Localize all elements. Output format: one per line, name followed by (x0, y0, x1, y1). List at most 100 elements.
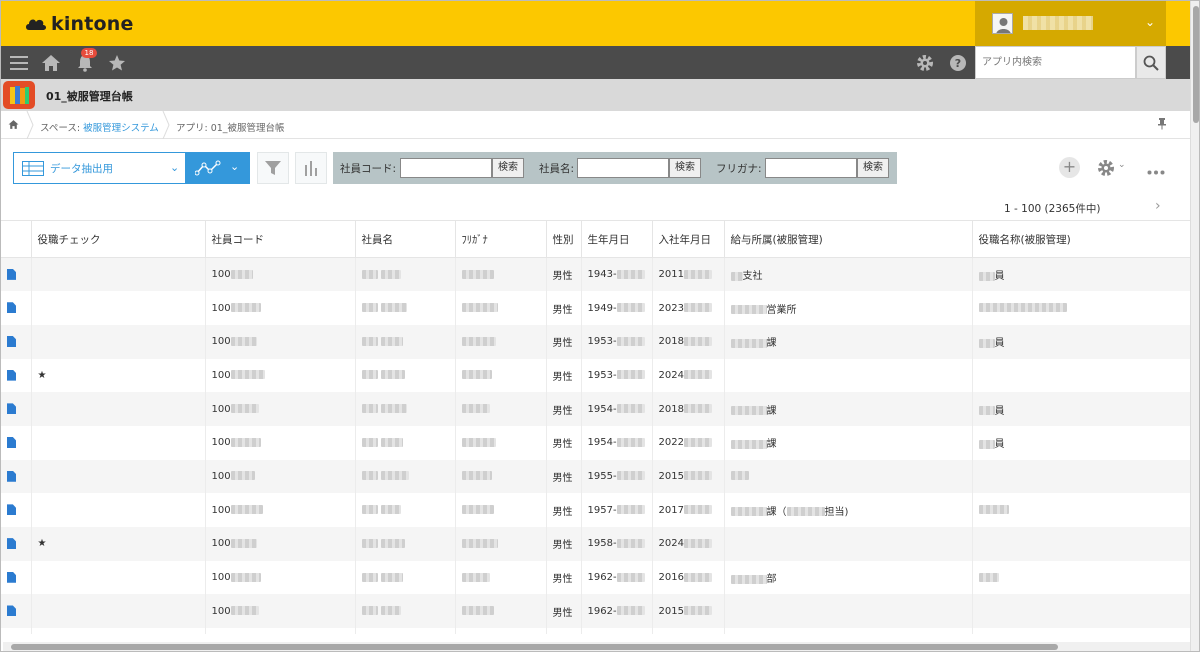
doc-icon[interactable] (7, 504, 16, 516)
doc-icon[interactable] (7, 605, 16, 617)
cell-dept (724, 527, 973, 561)
birth-year: 1962- (587, 605, 617, 617)
cell-partial (455, 628, 547, 635)
cell-birth: 1962- (581, 560, 653, 595)
home-icon[interactable] (40, 52, 62, 74)
code-prefix: 100 (211, 572, 231, 584)
redacted-text (361, 572, 378, 582)
filter-input-kana[interactable] (765, 158, 857, 178)
filter-button[interactable] (257, 152, 289, 184)
table-row[interactable]: 100 男性 1943- 2011 支社 員 (1, 257, 1199, 292)
column-header[interactable]: 生年月日 (581, 220, 653, 258)
redacted-text (380, 303, 407, 313)
horizontal-scrollbar-thumb[interactable] (11, 644, 1058, 650)
logo-text: kintone (51, 13, 134, 35)
gender-text: 男性 (552, 607, 573, 619)
filter-search-button-kana[interactable]: 検索 (857, 158, 889, 178)
cell-dept: 課 (724, 425, 973, 460)
table-row[interactable]: 100 男性 1954- 2022 課 員 (1, 425, 1199, 460)
cell-name (355, 358, 456, 393)
dept-suffix: 課（ (766, 506, 787, 518)
column-header[interactable]: 社員コード (205, 220, 356, 258)
help-icon[interactable]: ? (947, 52, 969, 74)
table-row[interactable]: 100 男性 1962- 2015 (1, 594, 1199, 629)
column-header[interactable]: ﾌﾘｶﾞﾅ (455, 220, 547, 258)
record-detail-link[interactable] (1, 527, 32, 561)
cell-name (355, 459, 456, 494)
doc-icon[interactable] (7, 470, 16, 482)
graph-menu-button[interactable]: ⌄ (186, 152, 250, 184)
cell-gender: 男性 (546, 493, 582, 527)
vertical-scrollbar-thumb[interactable] (1193, 6, 1199, 123)
cell-partial (1, 628, 32, 635)
chevron-down-icon: ⌄ (230, 160, 240, 173)
view-select[interactable]: データ抽出用 ⌄ (13, 152, 186, 184)
cell-partial (652, 628, 725, 635)
record-detail-link[interactable] (1, 493, 32, 527)
table-row[interactable]: 100 男性 1949- 2023 営業所 (1, 291, 1199, 325)
cell-kana (455, 392, 547, 426)
filter-search-button-code[interactable]: 検索 (492, 158, 524, 178)
record-detail-link[interactable] (1, 291, 32, 325)
kintone-logo[interactable]: kintone (25, 12, 134, 36)
column-header[interactable]: 役職チェック (31, 220, 206, 258)
doc-icon[interactable] (7, 302, 16, 314)
next-page-icon[interactable]: › (1155, 198, 1161, 214)
breadcrumb-space[interactable]: スペース: 被服管理システム (40, 120, 159, 134)
column-header[interactable]: 給与所属(被服管理) (724, 220, 973, 258)
redacted-text (230, 538, 257, 548)
pin-icon[interactable] (1157, 118, 1167, 133)
cell-title (972, 291, 1199, 325)
gear-icon[interactable] (914, 52, 936, 74)
doc-icon[interactable] (7, 268, 16, 280)
add-record-button[interactable]: + (1059, 157, 1080, 178)
record-detail-link[interactable] (1, 392, 32, 426)
column-header[interactable]: 役職名称(被服管理) (972, 220, 1199, 258)
table-row[interactable]: 100 男性 1955- 2015 (1, 459, 1199, 494)
doc-icon[interactable] (7, 335, 16, 347)
app-search-input[interactable] (976, 47, 1135, 78)
doc-icon[interactable] (7, 369, 16, 381)
record-detail-link[interactable] (1, 257, 32, 292)
table-row[interactable]: ★ 100 男性 1953- 2024 (1, 358, 1199, 393)
table-row[interactable]: 100 男性 1957- 2017 課（ 担当) (1, 493, 1199, 527)
column-header[interactable]: 入社年月日 (652, 220, 725, 258)
record-detail-link[interactable] (1, 358, 32, 393)
menu-icon[interactable] (8, 52, 30, 74)
breadcrumb-home-icon[interactable] (8, 119, 19, 133)
doc-icon[interactable] (7, 538, 16, 550)
star-icon[interactable] (106, 52, 128, 74)
chevron-down-icon: ⌄ (170, 161, 180, 174)
cell-gender: 男性 (546, 358, 582, 393)
settings-menu-button[interactable]: ⌄ (1097, 159, 1126, 180)
cell-partial (972, 628, 1199, 635)
dept-suffix: 課 (766, 405, 777, 417)
record-detail-link[interactable] (1, 459, 32, 494)
table-row[interactable]: 100 男性 1953- 2018 課 員 (1, 324, 1199, 359)
record-detail-link[interactable] (1, 594, 32, 629)
search-button[interactable] (1136, 46, 1166, 79)
column-header[interactable]: 社員名 (355, 220, 456, 258)
table-row[interactable]: 100 男性 1962- 2016 部 (1, 560, 1199, 595)
breadcrumb-space-link[interactable]: 被服管理システム (83, 123, 159, 134)
doc-icon[interactable] (7, 437, 16, 449)
record-detail-link[interactable] (1, 560, 32, 595)
breadcrumb-space-label: スペース: (40, 123, 81, 134)
cell-code: 100 (205, 560, 356, 595)
more-options-button[interactable] (1147, 165, 1165, 178)
chart-button[interactable] (295, 152, 327, 184)
redacted-text (230, 437, 261, 447)
table-row[interactable]: 100 男性 1954- 2018 課 員 (1, 392, 1199, 426)
filter-search-button-name[interactable]: 検索 (669, 158, 701, 178)
table-row[interactable]: ★ 100 男性 1958- 2024 (1, 527, 1199, 561)
cell-join: 2018 (652, 324, 725, 359)
app-icon[interactable] (3, 81, 35, 109)
doc-icon[interactable] (7, 403, 16, 415)
record-detail-link[interactable] (1, 425, 32, 460)
doc-icon[interactable] (7, 571, 16, 583)
filter-input-name[interactable] (577, 158, 669, 178)
filter-input-code[interactable] (400, 158, 492, 178)
record-detail-link[interactable] (1, 324, 32, 359)
user-menu[interactable]: ⌄ (975, 1, 1166, 46)
column-header[interactable]: 性別 (546, 220, 582, 258)
